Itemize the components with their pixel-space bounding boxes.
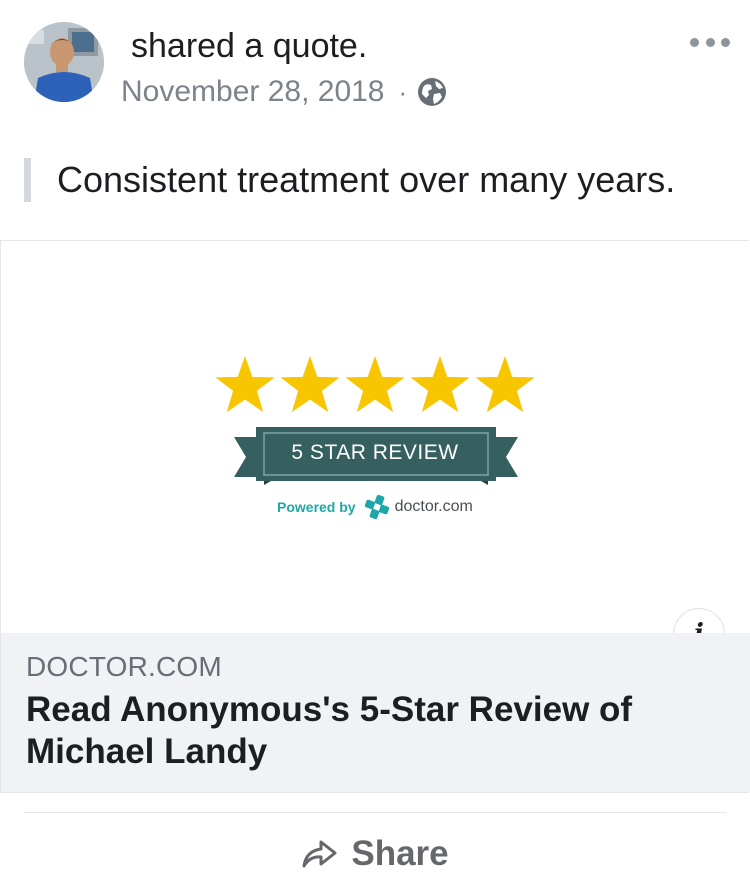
- link-domain: DOCTOR.COM: [26, 651, 222, 682]
- quote-block: Consistent treatment over many years.: [24, 158, 724, 202]
- share-arrow-icon: [302, 840, 337, 868]
- avatar[interactable]: [24, 22, 104, 102]
- powered-by-line: Powered by doctor.com: [277, 493, 473, 521]
- link-preview-image[interactable]: 5 STAR REVIEW Powered by doctor.com: [1, 241, 750, 633]
- divider: [24, 812, 727, 813]
- post-meta: November 28, 2018 ·: [121, 73, 447, 111]
- brand-name: doctor.com: [394, 498, 473, 515]
- more-dot: [721, 37, 730, 47]
- powered-by-label: Powered by: [277, 499, 356, 515]
- more-dot: [705, 37, 715, 47]
- link-preview-card[interactable]: 5 STAR REVIEW Powered by doctor.com i DO…: [0, 240, 750, 793]
- five-star-rating: [215, 356, 535, 413]
- post-date[interactable]: November 28, 2018: [121, 75, 385, 109]
- post-action-text: shared a quote.: [131, 27, 368, 65]
- star-icon: [215, 356, 275, 413]
- link-title[interactable]: Read Anonymous's 5-Star Review of Michae…: [26, 689, 716, 773]
- quote-bar: [24, 158, 31, 202]
- meta-separator: ·: [398, 76, 408, 107]
- share-label: Share: [351, 834, 449, 873]
- link-preview-footer[interactable]: DOCTOR.COM Read Anonymous's 5-Star Revie…: [1, 633, 750, 792]
- avatar-photo: [24, 22, 104, 102]
- star-icon: [280, 356, 340, 413]
- quote-text: Consistent treatment over many years.: [57, 159, 676, 200]
- banner-text: 5 STAR REVIEW: [291, 441, 459, 464]
- share-button[interactable]: Share: [0, 830, 750, 878]
- more-options-icon[interactable]: [690, 27, 730, 57]
- star-icon: [345, 356, 405, 413]
- more-dot: [690, 37, 699, 47]
- star-icon: [410, 356, 470, 413]
- star-icon: [475, 356, 535, 413]
- doctor-com-logo-icon: [364, 494, 389, 520]
- post-header: shared a quote. November 28, 2018 ·: [0, 0, 750, 130]
- globe-icon: [418, 78, 447, 106]
